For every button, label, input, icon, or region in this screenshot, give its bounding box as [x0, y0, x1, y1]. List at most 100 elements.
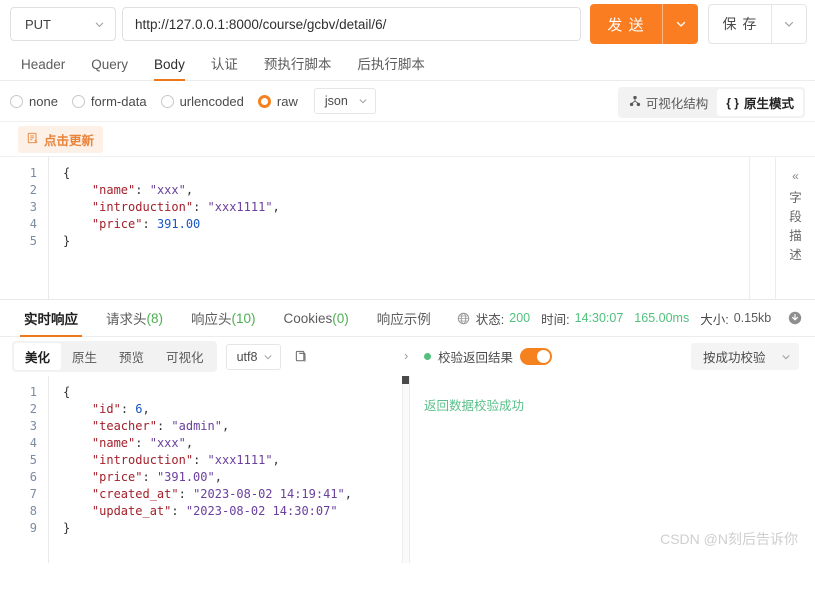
response-view-mode-group: 美化 原生 预览 可视化: [12, 341, 217, 372]
body-view-mode-group: 可视化结构 { } 原生模式: [618, 87, 805, 118]
request-bar: PUT http://127.0.0.1:8000/course/gcbv/de…: [0, 0, 815, 48]
response-view-visual[interactable]: 可视化: [155, 343, 215, 370]
http-method-value: PUT: [25, 17, 51, 32]
request-line-numbers: 12345: [0, 157, 48, 299]
http-method-select[interactable]: PUT: [10, 7, 116, 41]
view-mode-raw-label: 原生模式: [744, 93, 794, 112]
send-button[interactable]: 发 送: [590, 4, 662, 44]
copy-icon[interactable]: [294, 349, 309, 364]
cookies-count: (0): [332, 311, 349, 326]
radio-icon-raw: [258, 95, 271, 108]
chevron-down-icon: [358, 96, 368, 106]
response-tab-response-headers[interactable]: 响应头(10): [177, 300, 270, 337]
response-tab-examples[interactable]: 响应示例: [363, 300, 445, 337]
response-tab-cookies-label: Cookies: [284, 311, 333, 326]
response-view-raw[interactable]: 原生: [61, 343, 108, 370]
verify-mode-value: 按成功校验: [703, 347, 766, 366]
chevron-down-icon: [94, 19, 105, 30]
toggle-knob: [537, 350, 550, 363]
download-circle-icon[interactable]: [788, 311, 802, 325]
save-options-button[interactable]: [771, 5, 806, 43]
verify-response-label: 校验返回结果: [438, 347, 513, 366]
response-tab-cookies[interactable]: Cookies(0): [270, 300, 363, 337]
response-body-editor[interactable]: 123456789 { "id": 6, "teacher": "admin",…: [0, 376, 410, 563]
verify-result-panel: 返回数据校验成功 CSDN @N刻后告诉你: [410, 376, 815, 563]
verify-response-toggle[interactable]: [520, 348, 552, 365]
save-button[interactable]: 保 存: [709, 5, 771, 43]
chevron-down-icon: [781, 352, 791, 362]
tab-post-script[interactable]: 后执行脚本: [344, 58, 438, 81]
response-json-code[interactable]: { "id": 6, "teacher": "admin", "name": "…: [48, 376, 409, 563]
tab-auth[interactable]: 认证: [198, 58, 251, 81]
verify-result-message: 返回数据校验成功: [424, 395, 524, 414]
request-headers-count: (8): [147, 311, 164, 326]
response-tab-response-headers-label: 响应头: [191, 308, 232, 328]
click-update-button[interactable]: 点击更新: [18, 126, 103, 153]
expand-panel-button[interactable]: ›: [404, 348, 408, 363]
body-type-raw-label: raw: [277, 94, 298, 109]
request-tabs: Header Query Body 认证 预执行脚本 后执行脚本: [0, 48, 815, 81]
response-tab-request-headers[interactable]: 请求头(8): [92, 300, 177, 337]
status-code-label: 状态:: [476, 309, 504, 328]
api-client-window: PUT http://127.0.0.1:8000/course/gcbv/de…: [0, 0, 815, 592]
request-body-editor[interactable]: 12345 { "name": "xxx", "introduction": "…: [0, 157, 749, 299]
field-description-panel[interactable]: « 字段描述: [775, 157, 815, 299]
size-value: 0.15kb: [734, 311, 772, 325]
response-body-area: 123456789 { "id": 6, "teacher": "admin",…: [0, 376, 815, 563]
tab-pre-script[interactable]: 预执行脚本: [251, 58, 345, 81]
body-type-row: none form-data urlencoded raw json 可视: [0, 81, 815, 121]
double-chevron-left-icon[interactable]: «: [792, 169, 799, 183]
structure-icon: [629, 95, 641, 110]
response-view-preview[interactable]: 预览: [108, 343, 155, 370]
update-strip: 点击更新: [0, 121, 815, 157]
response-toolbar: 美化 原生 预览 可视化 utf8 › 校验返回结果 按成功校验: [0, 337, 815, 376]
status-dot-icon: [424, 353, 431, 360]
body-type-none-label: none: [29, 94, 58, 109]
size-label: 大小:: [700, 309, 728, 328]
encoding-value: utf8: [237, 350, 258, 364]
body-type-form-data-label: form-data: [91, 94, 147, 109]
body-format-value: json: [325, 94, 348, 108]
body-type-urlencoded-label: urlencoded: [180, 94, 244, 109]
response-status-info: 状态: 200 时间: 14:30:07 165.00ms 大小: 0.15kb: [449, 309, 802, 328]
verify-mode-select[interactable]: 按成功校验: [691, 343, 799, 370]
duration-value: 165.00ms: [634, 311, 689, 325]
tab-header[interactable]: Header: [8, 58, 78, 81]
response-tab-realtime[interactable]: 实时响应: [10, 300, 92, 337]
verify-response-row: 校验返回结果: [424, 337, 552, 376]
field-description-label: 字段描述: [789, 189, 802, 265]
response-line-numbers: 123456789: [0, 376, 48, 563]
send-options-button[interactable]: [662, 4, 698, 44]
response-scrollbar-track[interactable]: [402, 376, 409, 563]
response-headers-count: (10): [232, 311, 256, 326]
time-value: 14:30:07: [575, 311, 624, 325]
request-json-code[interactable]: { "name": "xxx", "introduction": "xxx111…: [48, 157, 749, 299]
chevron-down-icon: [263, 352, 273, 362]
status-code-value: 200: [509, 311, 530, 325]
response-tabs-bar: 实时响应 请求头(8) 响应头(10) Cookies(0) 响应示例 状态: …: [0, 300, 815, 337]
url-input[interactable]: http://127.0.0.1:8000/course/gcbv/detail…: [122, 7, 581, 41]
response-tab-request-headers-label: 请求头: [106, 308, 147, 328]
radio-icon-form-data: [72, 95, 85, 108]
body-type-urlencoded[interactable]: urlencoded: [161, 94, 244, 109]
body-type-form-data[interactable]: form-data: [72, 94, 147, 109]
view-mode-raw[interactable]: { } 原生模式: [717, 89, 803, 116]
radio-icon-none: [10, 95, 23, 108]
view-mode-visual-structure-label: 可视化结构: [646, 93, 709, 112]
update-form-icon: [27, 132, 39, 147]
response-scrollbar-thumb[interactable]: [402, 376, 409, 384]
request-editor-right-gap: [749, 157, 775, 299]
body-type-raw[interactable]: raw: [258, 94, 298, 109]
response-tab-examples-label: 响应示例: [377, 308, 431, 328]
save-button-group: 保 存: [708, 4, 807, 44]
braces-icon: { }: [726, 96, 739, 110]
view-mode-visual-structure[interactable]: 可视化结构: [620, 89, 718, 116]
response-view-beautify[interactable]: 美化: [14, 343, 61, 370]
encoding-select[interactable]: utf8: [226, 344, 282, 370]
tab-query[interactable]: Query: [78, 58, 141, 81]
body-format-select[interactable]: json: [314, 88, 376, 114]
click-update-label: 点击更新: [44, 130, 94, 149]
radio-icon-urlencoded: [161, 95, 174, 108]
tab-body[interactable]: Body: [141, 58, 198, 81]
body-type-none[interactable]: none: [10, 94, 58, 109]
